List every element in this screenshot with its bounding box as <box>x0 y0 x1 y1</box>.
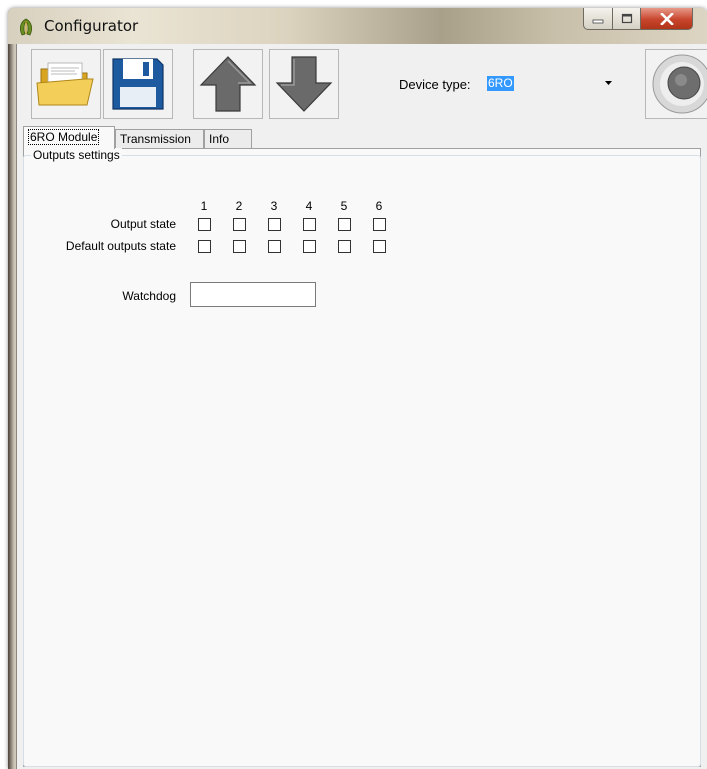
arrow-up-icon <box>199 56 257 112</box>
default-output-checkbox-1[interactable] <box>198 240 211 253</box>
output-state-checkbox-2[interactable] <box>233 218 246 231</box>
save-button[interactable] <box>103 49 173 119</box>
client-area: Device type: 6RO 6RO Module Transmission… <box>16 44 707 769</box>
maximize-icon <box>621 13 632 24</box>
outputs-settings-group: Outputs settings 1 2 3 4 5 6 Output stat… <box>23 148 701 767</box>
maximize-button[interactable] <box>613 8 641 30</box>
minimize-icon <box>592 19 604 23</box>
column-header: 6 <box>375 199 383 213</box>
connect-round-icon <box>652 54 707 114</box>
caption-buttons <box>583 8 693 30</box>
column-header: 3 <box>270 199 278 213</box>
tab-label: Info <box>209 132 230 146</box>
default-output-checkbox-2[interactable] <box>233 240 246 253</box>
watchdog-input[interactable] <box>190 282 316 307</box>
tab-transmission[interactable]: Transmission <box>115 129 204 148</box>
watchdog-label: Watchdog <box>122 289 176 303</box>
group-title: Outputs settings <box>31 148 122 162</box>
column-header: 4 <box>305 199 313 213</box>
close-button[interactable] <box>641 8 693 30</box>
connect-button[interactable] <box>645 49 707 119</box>
output-state-checkbox-6[interactable] <box>373 218 386 231</box>
device-type-label: Device type: <box>399 77 471 92</box>
column-header: 5 <box>340 199 348 213</box>
device-type-select[interactable]: 6RO <box>485 73 617 95</box>
close-icon <box>659 12 674 25</box>
column-header: 2 <box>235 199 243 213</box>
window-title: Configurator <box>44 17 139 35</box>
default-output-checkbox-6[interactable] <box>373 240 386 253</box>
upload-button[interactable] <box>193 49 263 119</box>
arrow-down-icon <box>275 56 333 112</box>
output-state-checkbox-1[interactable] <box>198 218 211 231</box>
chevron-down-icon <box>605 81 612 85</box>
tab-info[interactable]: Info <box>204 129 252 148</box>
configurator-window: Configurator Device type: 6RO 6RO Module… <box>8 8 707 769</box>
tab-6ro-module[interactable]: 6RO Module <box>23 126 115 149</box>
default-output-checkbox-3[interactable] <box>268 240 281 253</box>
tab-label: Transmission <box>120 132 191 146</box>
download-button[interactable] <box>269 49 339 119</box>
default-output-checkbox-4[interactable] <box>303 240 316 253</box>
floppy-disk-icon <box>112 58 164 110</box>
open-folder-icon <box>36 62 94 106</box>
open-button[interactable] <box>31 49 101 119</box>
title-bar[interactable]: Configurator <box>8 8 707 44</box>
tab-panel-6ro-module: Outputs settings 1 2 3 4 5 6 Output stat… <box>23 148 701 767</box>
tab-label: 6RO Module <box>28 129 100 145</box>
output-state-checkbox-4[interactable] <box>303 218 316 231</box>
output-state-checkbox-5[interactable] <box>338 218 351 231</box>
minimize-button[interactable] <box>583 8 613 30</box>
device-type-value: 6RO <box>487 76 514 91</box>
output-state-checkbox-3[interactable] <box>268 218 281 231</box>
output-state-label: Output state <box>110 217 176 231</box>
default-outputs-state-label: Default outputs state <box>65 239 176 253</box>
default-output-checkbox-5[interactable] <box>338 240 351 253</box>
column-header: 1 <box>200 199 208 213</box>
leaf-icon <box>19 18 33 36</box>
